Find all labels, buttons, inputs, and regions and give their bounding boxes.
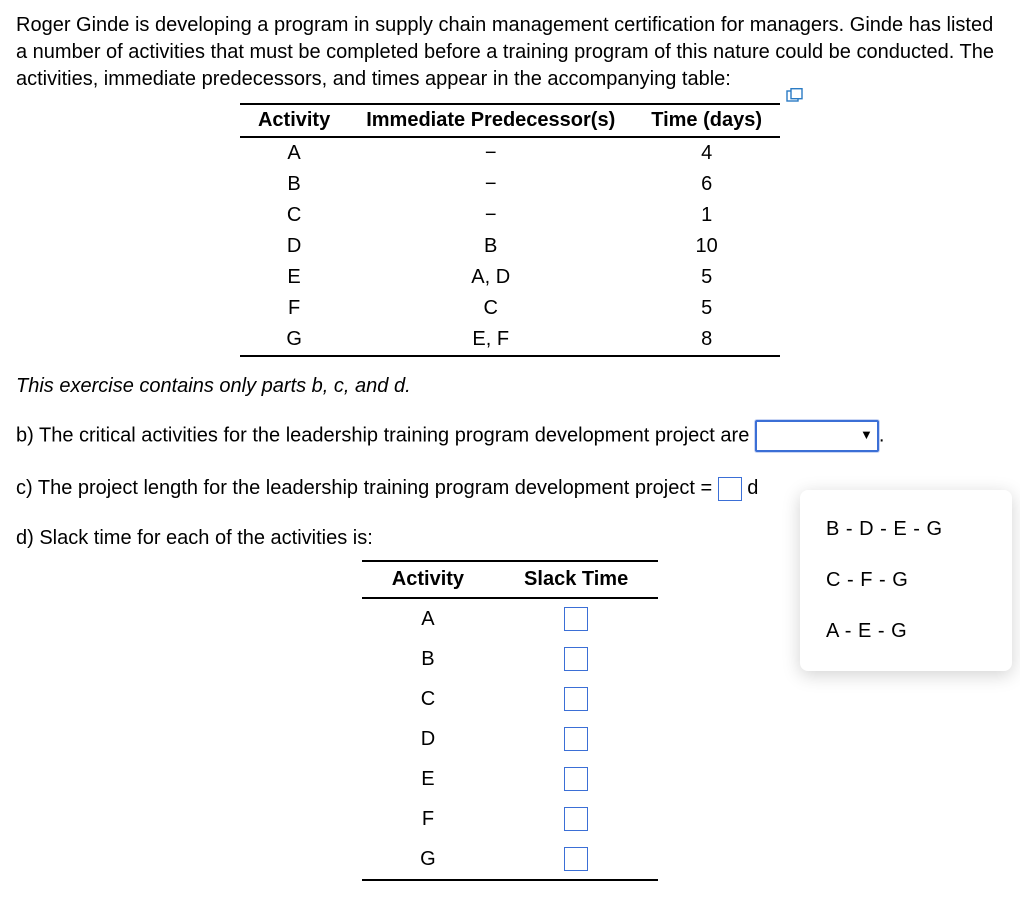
- slack-input-e[interactable]: [564, 767, 588, 791]
- cell: 5: [633, 262, 780, 293]
- table-row: A: [362, 598, 658, 639]
- cell: C: [348, 293, 633, 324]
- cell: F: [240, 293, 348, 324]
- period: .: [879, 424, 885, 446]
- cell: 4: [633, 137, 780, 169]
- table-row: C−1: [240, 200, 780, 231]
- slack-input-a[interactable]: [564, 607, 588, 631]
- cell: C: [240, 200, 348, 231]
- table-row: FC5: [240, 293, 780, 324]
- cell: A: [362, 598, 494, 639]
- cell: [494, 759, 658, 799]
- slack-col-time: Slack Time: [494, 561, 658, 598]
- activity-table: Activity Immediate Predecessor(s) Time (…: [240, 103, 780, 357]
- cell: E: [362, 759, 494, 799]
- question-c-text: c) The project length for the leadership…: [16, 477, 712, 499]
- cell: E, F: [348, 324, 633, 356]
- cell: [494, 799, 658, 839]
- slack-input-g[interactable]: [564, 847, 588, 871]
- dropdown-option[interactable]: A - E - G: [800, 606, 1012, 657]
- cell: 5: [633, 293, 780, 324]
- cell: [494, 679, 658, 719]
- table-row: F: [362, 799, 658, 839]
- cell: −: [348, 137, 633, 169]
- exercise-note: This exercise contains only parts b, c, …: [16, 375, 1004, 398]
- dropdown-option[interactable]: B - D - E - G: [800, 504, 1012, 555]
- cell: C: [362, 679, 494, 719]
- cell: [494, 839, 658, 880]
- slack-input-d[interactable]: [564, 727, 588, 751]
- slack-table: Activity Slack Time A B C D E F G: [362, 560, 658, 881]
- table-row: B−6: [240, 169, 780, 200]
- copy-icon[interactable]: [786, 85, 804, 99]
- cell: E: [240, 262, 348, 293]
- table-row: B: [362, 639, 658, 679]
- cell: [494, 719, 658, 759]
- col-activity: Activity: [240, 104, 348, 137]
- slack-input-f[interactable]: [564, 807, 588, 831]
- table-row: D: [362, 719, 658, 759]
- critical-path-select[interactable]: ▼: [755, 420, 879, 452]
- question-b: b) The critical activities for the leade…: [16, 420, 1004, 452]
- table-row: GE, F8: [240, 324, 780, 356]
- cell: D: [240, 231, 348, 262]
- cell: 6: [633, 169, 780, 200]
- question-b-text: b) The critical activities for the leade…: [16, 424, 749, 446]
- cell: 8: [633, 324, 780, 356]
- table-row: A−4: [240, 137, 780, 169]
- cell: −: [348, 169, 633, 200]
- slack-input-b[interactable]: [564, 647, 588, 671]
- problem-intro: Roger Ginde is developing a program in s…: [16, 12, 1004, 93]
- table-row: C: [362, 679, 658, 719]
- chevron-down-icon: ▼: [860, 426, 873, 444]
- cell: B: [240, 169, 348, 200]
- cell: 10: [633, 231, 780, 262]
- col-predecessors: Immediate Predecessor(s): [348, 104, 633, 137]
- table-row: E: [362, 759, 658, 799]
- dropdown-option[interactable]: C - F - G: [800, 555, 1012, 606]
- critical-path-dropdown[interactable]: B - D - E - G C - F - G A - E - G: [800, 490, 1012, 671]
- table-row: EA, D5: [240, 262, 780, 293]
- unit-cutoff: d: [747, 477, 758, 499]
- slack-col-activity: Activity: [362, 561, 494, 598]
- cell: [494, 598, 658, 639]
- table-row: DB10: [240, 231, 780, 262]
- col-time: Time (days): [633, 104, 780, 137]
- cell: G: [362, 839, 494, 880]
- cell: F: [362, 799, 494, 839]
- cell: 1: [633, 200, 780, 231]
- cell: G: [240, 324, 348, 356]
- project-length-input[interactable]: [718, 477, 742, 501]
- cell: −: [348, 200, 633, 231]
- cell: B: [348, 231, 633, 262]
- cell: B: [362, 639, 494, 679]
- cell: [494, 639, 658, 679]
- cell: D: [362, 719, 494, 759]
- slack-input-c[interactable]: [564, 687, 588, 711]
- cell: A: [240, 137, 348, 169]
- cell: A, D: [348, 262, 633, 293]
- table-row: G: [362, 839, 658, 880]
